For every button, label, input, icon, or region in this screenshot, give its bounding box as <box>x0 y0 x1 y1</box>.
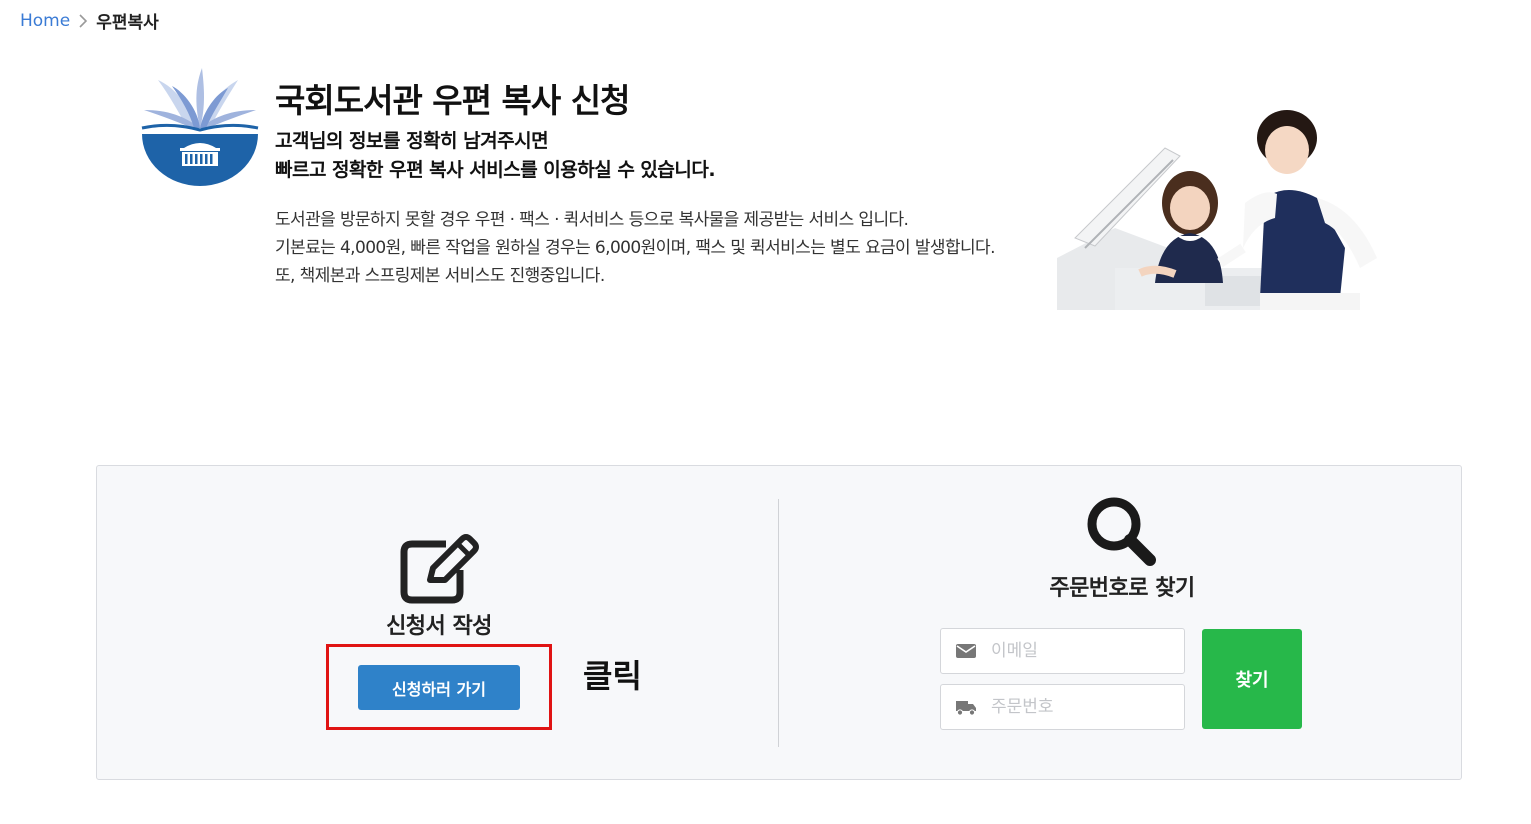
hero-description-line: 도서관을 방문하지 못할 경우 우편 · 팩스 · 퀵서비스 등으로 복사물을 … <box>275 210 909 230</box>
edit-icon <box>400 534 479 604</box>
breadcrumb-home-link[interactable]: Home <box>20 11 70 31</box>
panel-divider <box>778 499 779 747</box>
hero-subtitle-line: 빠르고 정확한 우편 복사 서비스를 이용하실 수 있습니다. <box>275 159 716 181</box>
library-logo-icon <box>141 68 259 186</box>
hero-description-line: 또, 책제본과 스프링제본 서비스도 진행중입니다. <box>275 266 605 286</box>
hero-description: 도서관을 방문하지 못할 경우 우편 · 팩스 · 퀵서비스 등으로 복사물을 … <box>275 206 995 290</box>
children-copier-illustration <box>1057 110 1377 310</box>
apply-section-title: 신청서 작성 <box>386 614 492 639</box>
find-button[interactable]: 찾기 <box>1202 629 1302 729</box>
breadcrumb-current: 우편복사 <box>96 13 159 33</box>
hero-subtitle: 고객님의 정보를 정확히 남겨주시면 빠르고 정확한 우편 복사 서비스를 이용… <box>275 127 716 185</box>
email-input[interactable] <box>989 640 1173 662</box>
service-panel: 신청서 작성 신청하러 가기 클릭 주문번호로 찾기 찾기 <box>96 465 1462 780</box>
hero-description-line: 기본료는 4,000원, 빠른 작업을 원하실 경우는 6,000원이며, 팩스… <box>275 238 995 258</box>
lookup-section-title: 주문번호로 찾기 <box>1049 576 1195 601</box>
email-field[interactable] <box>940 628 1185 674</box>
envelope-icon <box>956 644 976 658</box>
page-title: 국회도서관 우편 복사 신청 <box>275 81 630 120</box>
order-number-field[interactable] <box>940 684 1185 730</box>
truck-icon <box>956 701 976 716</box>
annotation-click-label: 클릭 <box>583 657 642 695</box>
go-apply-button[interactable]: 신청하러 가기 <box>358 665 520 710</box>
search-icon <box>1087 497 1156 566</box>
hero-subtitle-line: 고객님의 정보를 정확히 남겨주시면 <box>275 130 549 152</box>
breadcrumb: Home 우편복사 <box>20 8 159 34</box>
order-number-input[interactable] <box>989 696 1173 718</box>
chevron-right-icon <box>79 13 88 28</box>
